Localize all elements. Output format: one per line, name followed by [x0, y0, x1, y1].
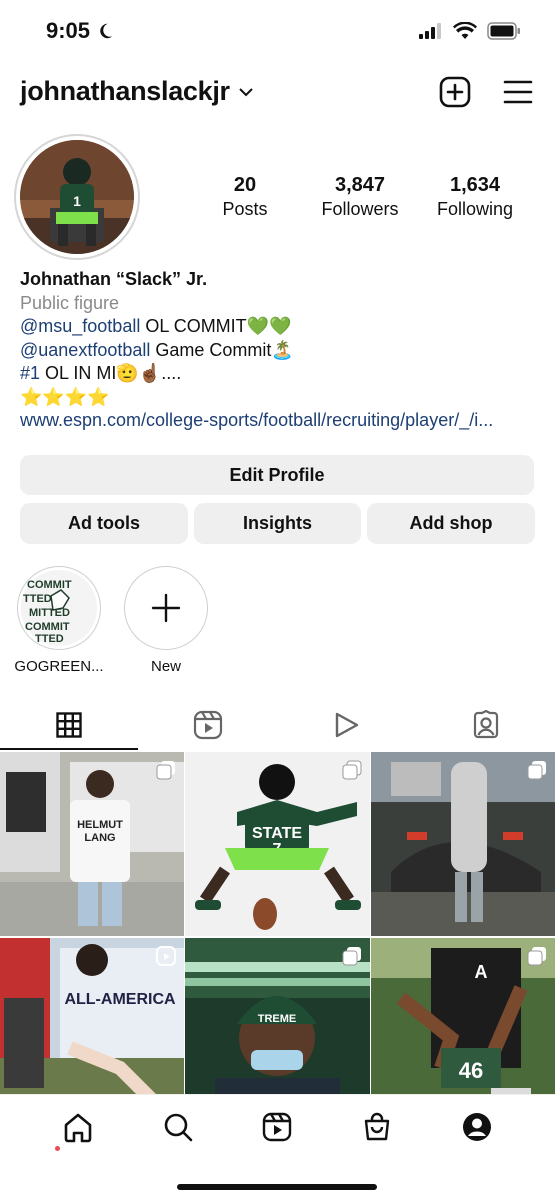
- stat-label: Followers: [321, 199, 399, 219]
- tab-posts[interactable]: [0, 700, 139, 750]
- grid-icon: [56, 712, 83, 738]
- insights-button[interactable]: Insights: [194, 503, 361, 544]
- chevron-down-icon: [239, 87, 253, 96]
- post-thumbnail[interactable]: HELMUT LANG: [0, 752, 184, 936]
- bio-line: #1 OL IN MI🫡☝🏾....: [20, 362, 535, 386]
- bio-line: @msu_football OL COMMIT💚💚: [20, 315, 535, 339]
- wifi-icon: [453, 22, 477, 39]
- highlight-cover: COMMIT TTED C MITTED COMMIT TTED: [17, 566, 101, 650]
- avatar-image: 1: [20, 140, 134, 254]
- search-icon[interactable]: [162, 1111, 194, 1143]
- active-tab-indicator: [0, 748, 138, 750]
- svg-text:TREME: TREME: [258, 1013, 297, 1025]
- play-icon: [335, 712, 359, 738]
- stat-following[interactable]: 1,634 Following: [435, 174, 515, 220]
- moon-icon: [100, 23, 113, 39]
- tab-tagged[interactable]: [416, 700, 555, 750]
- svg-text:A: A: [475, 962, 488, 982]
- highlight-new-cover: [124, 566, 208, 650]
- posts-grid: HELMUT LANG STATE 7: [0, 752, 555, 1122]
- stat-value: 3,847: [334, 174, 386, 196]
- profile-stats: 20 Posts 3,847 Followers 1,634 Following: [205, 174, 515, 220]
- notification-dot: [55, 1146, 60, 1151]
- new-post-icon[interactable]: [439, 76, 471, 108]
- bio-stars: ⭐⭐⭐⭐: [20, 386, 110, 407]
- highlight-new[interactable]: New: [121, 566, 211, 675]
- profile-header: johnathanslackjr: [0, 72, 555, 118]
- home-indicator: [177, 1184, 377, 1190]
- stat-value: 20: [233, 174, 257, 196]
- mention-link[interactable]: @msu_football: [20, 316, 140, 336]
- status-time: 9:05: [46, 18, 114, 44]
- svg-text:HELMUT: HELMUT: [77, 819, 123, 831]
- display-name: Johnathan “Slack” Jr.: [20, 269, 208, 289]
- stat-posts[interactable]: 20 Posts: [205, 174, 285, 220]
- svg-text:TTED: TTED: [35, 633, 64, 645]
- post-thumbnail[interactable]: STATE 7: [185, 752, 370, 936]
- reels-icon: [194, 710, 223, 740]
- bottom-nav: [0, 1094, 555, 1158]
- svg-text:STATE: STATE: [252, 825, 302, 842]
- bio-text: OL IN MI🫡☝🏾....: [40, 363, 182, 383]
- carousel-icon: [342, 947, 361, 966]
- svg-text:1: 1: [73, 193, 81, 209]
- stat-followers[interactable]: 3,847 Followers: [320, 174, 400, 220]
- tagged-icon: [473, 710, 498, 739]
- svg-text:MITTED: MITTED: [29, 607, 70, 619]
- reel-icon: [156, 946, 176, 966]
- hashtag-link[interactable]: #1: [20, 363, 40, 383]
- stat-value: 1,634: [449, 174, 501, 196]
- profile-avatar[interactable]: 1: [14, 134, 140, 260]
- shop-icon[interactable]: [361, 1111, 393, 1143]
- edit-profile-button[interactable]: Edit Profile: [20, 455, 534, 495]
- post-thumbnail[interactable]: [371, 752, 555, 936]
- highlight-label: New: [150, 658, 181, 675]
- username-title: johnathanslackjr: [20, 76, 230, 106]
- highlight-gogreen[interactable]: COMMIT TTED C MITTED COMMIT TTED GOGREEN…: [14, 566, 104, 675]
- status-bar: 9:05: [0, 0, 555, 62]
- stat-label: Following: [436, 199, 514, 219]
- carousel-icon: [527, 947, 546, 966]
- carousel-icon: [156, 761, 175, 780]
- mention-link[interactable]: @uanextfootball: [20, 340, 150, 360]
- reels-nav-icon[interactable]: [261, 1111, 293, 1143]
- signal-icon: [419, 23, 441, 39]
- svg-text:LANG: LANG: [84, 832, 115, 844]
- bio-url-link[interactable]: www.espn.com/college-sports/football/rec…: [20, 409, 535, 433]
- tab-videos[interactable]: [278, 700, 417, 750]
- carousel-icon: [527, 761, 546, 780]
- svg-text:COMMIT: COMMIT: [25, 621, 70, 633]
- profile-category: Public figure: [20, 292, 120, 313]
- account-switcher[interactable]: johnathanslackjr: [20, 76, 254, 107]
- stat-label: Posts: [222, 199, 268, 219]
- profile-bio: Johnathan “Slack” Jr. Public figure @msu…: [20, 268, 535, 433]
- carousel-icon: [342, 760, 362, 780]
- profile-tabs: [0, 700, 555, 750]
- svg-text:COMMIT: COMMIT: [27, 579, 72, 591]
- svg-text:46: 46: [459, 1058, 483, 1083]
- add-shop-button[interactable]: Add shop: [367, 503, 535, 544]
- svg-text:ALL-AMERICA: ALL-AMERICA: [64, 991, 176, 1008]
- menu-icon[interactable]: [503, 79, 533, 105]
- tab-reels[interactable]: [139, 700, 278, 750]
- profile-icon[interactable]: [461, 1111, 493, 1143]
- bio-line: @uanextfootball Game Commit🏝️: [20, 339, 535, 363]
- highlight-label: GOGREEN...: [14, 658, 104, 675]
- bio-text: OL COMMIT💚💚: [140, 316, 292, 336]
- battery-icon: [487, 22, 520, 40]
- ad-tools-button[interactable]: Ad tools: [20, 503, 188, 544]
- home-icon[interactable]: [62, 1111, 94, 1143]
- bio-text: Game Commit🏝️: [150, 339, 294, 360]
- plus-icon: [151, 593, 181, 623]
